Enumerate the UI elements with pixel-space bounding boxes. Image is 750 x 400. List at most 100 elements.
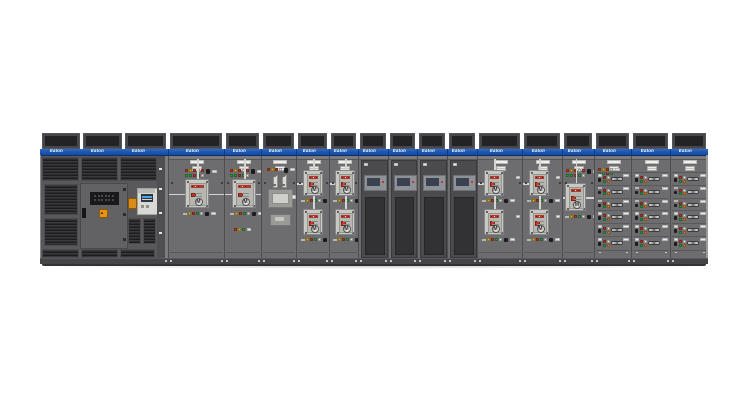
door-latch[interactable]: [159, 232, 162, 234]
hmi-display[interactable]: [423, 175, 446, 191]
hmi-display[interactable]: [453, 175, 476, 191]
bucket-reset-button[interactable]: [674, 229, 677, 233]
lower-device[interactable]: [270, 214, 291, 226]
drawout-breaker[interactable]: M: [529, 209, 549, 235]
bucket-disconnect-handle[interactable]: [648, 177, 660, 181]
bucket-disconnect-handle[interactable]: [687, 190, 699, 194]
control-switch[interactable]: [284, 168, 288, 173]
bucket-reset-button[interactable]: [598, 242, 601, 246]
bucket-reset-button[interactable]: [674, 204, 677, 208]
mcc-bucket[interactable]: [672, 199, 708, 210]
bucket-disconnect-handle[interactable]: [687, 228, 699, 232]
mcc-bucket[interactable]: [633, 199, 670, 210]
bucket-reset-button[interactable]: [674, 178, 677, 182]
bucket-disconnect-handle[interactable]: [687, 177, 699, 181]
bucket-reset-button[interactable]: [674, 191, 677, 195]
meter-keypad-button[interactable]: [141, 205, 144, 208]
bucket-disconnect-handle[interactable]: [611, 203, 623, 207]
drive-door[interactable]: [450, 160, 477, 258]
control-switch[interactable]: [206, 169, 210, 174]
breaker-grille[interactable]: [90, 192, 119, 205]
drawout-breaker[interactable]: M: [565, 183, 586, 211]
mcc-bucket[interactable]: [596, 224, 631, 235]
control-switch[interactable]: [251, 169, 255, 174]
drawout-breaker[interactable]: M: [303, 209, 323, 235]
switchboard-door[interactable]: ▲: [80, 183, 128, 249]
control-switch[interactable]: [587, 169, 591, 174]
bucket-reset-button[interactable]: [635, 178, 638, 182]
mcc-bucket[interactable]: [596, 237, 631, 248]
bucket-reset-button[interactable]: [635, 204, 638, 208]
mcc-bucket[interactable]: [596, 186, 631, 197]
bucket-reset-button[interactable]: [598, 191, 601, 195]
bucket-disconnect-handle[interactable]: [611, 177, 623, 181]
drive-door[interactable]: [391, 160, 417, 258]
power-meter[interactable]: [137, 188, 158, 215]
mcc-bucket[interactable]: [672, 211, 708, 222]
mcc-bucket[interactable]: [672, 237, 708, 248]
bucket-disconnect-handle[interactable]: [648, 215, 660, 219]
mcc-bucket[interactable]: [633, 186, 670, 197]
door-latch[interactable]: [159, 212, 162, 214]
control-switch[interactable]: [587, 215, 591, 220]
bucket-reset-button[interactable]: [674, 242, 677, 246]
drawout-breaker[interactable]: M: [335, 170, 355, 196]
bucket-disconnect-handle[interactable]: [687, 215, 699, 219]
drawout-breaker[interactable]: M: [529, 170, 549, 196]
drawout-breaker[interactable]: M: [232, 179, 256, 208]
drawout-breaker[interactable]: M: [303, 170, 323, 196]
bucket-reset-button[interactable]: [598, 216, 601, 220]
control-switch[interactable]: [549, 238, 553, 243]
drawout-breaker[interactable]: M: [335, 209, 355, 235]
hmi-display[interactable]: [394, 175, 417, 191]
base-bolt: [414, 260, 416, 262]
bucket-disconnect-handle[interactable]: [687, 241, 699, 245]
bucket-reset-button[interactable]: [598, 178, 601, 182]
mcc-bucket[interactable]: [596, 211, 631, 222]
hmi-display[interactable]: [364, 175, 387, 191]
meter-keypad-button[interactable]: [146, 205, 149, 208]
mcc-bucket[interactable]: [672, 186, 708, 197]
bucket-disconnect-handle[interactable]: [648, 203, 660, 207]
bucket-reset-button[interactable]: [635, 216, 638, 220]
drawout-breaker[interactable]: M: [484, 170, 504, 196]
drawout-breaker[interactable]: M: [484, 209, 504, 235]
control-switch[interactable]: [323, 199, 327, 204]
bucket-reset-button[interactable]: [674, 216, 677, 220]
door-latch-handle[interactable]: [82, 208, 86, 218]
bucket-reset-button[interactable]: [598, 204, 601, 208]
mcc-bucket[interactable]: [633, 224, 670, 235]
bucket-reset-button[interactable]: [635, 242, 638, 246]
control-switch[interactable]: [549, 199, 553, 204]
base-bolt: [591, 260, 593, 262]
drawout-breaker[interactable]: M: [185, 179, 209, 208]
bucket-disconnect-handle[interactable]: [687, 203, 699, 207]
drive-door[interactable]: [420, 160, 447, 258]
band-mark: [539, 216, 541, 218]
mcc-bucket[interactable]: [596, 199, 631, 210]
bucket-disconnect-handle[interactable]: [611, 215, 623, 219]
control-switch[interactable]: [323, 238, 327, 243]
mcc-bucket[interactable]: [672, 224, 708, 235]
control-switch[interactable]: [504, 238, 508, 243]
mcc-bucket[interactable]: [596, 173, 631, 184]
bucket-reset-button[interactable]: [635, 229, 638, 233]
drive-door[interactable]: [361, 160, 388, 258]
bucket-disconnect-handle[interactable]: [611, 228, 623, 232]
bucket-disconnect-handle[interactable]: [611, 190, 623, 194]
bucket-disconnect-handle[interactable]: [611, 241, 623, 245]
control-switch[interactable]: [205, 212, 209, 217]
bucket-disconnect-handle[interactable]: [648, 241, 660, 245]
control-switch[interactable]: [504, 199, 508, 204]
control-switch[interactable]: [252, 212, 256, 217]
mcc-bucket[interactable]: [633, 211, 670, 222]
mcc-bucket[interactable]: [633, 237, 670, 248]
bucket-disconnect-handle[interactable]: [648, 228, 660, 232]
bucket-disconnect-handle[interactable]: [648, 190, 660, 194]
door-latch[interactable]: [159, 188, 162, 190]
bucket-reset-button[interactable]: [635, 191, 638, 195]
mcc-bucket[interactable]: [633, 173, 670, 184]
bucket-reset-button[interactable]: [598, 229, 601, 233]
mcc-bucket[interactable]: [672, 173, 708, 184]
door-latch[interactable]: [159, 168, 162, 170]
